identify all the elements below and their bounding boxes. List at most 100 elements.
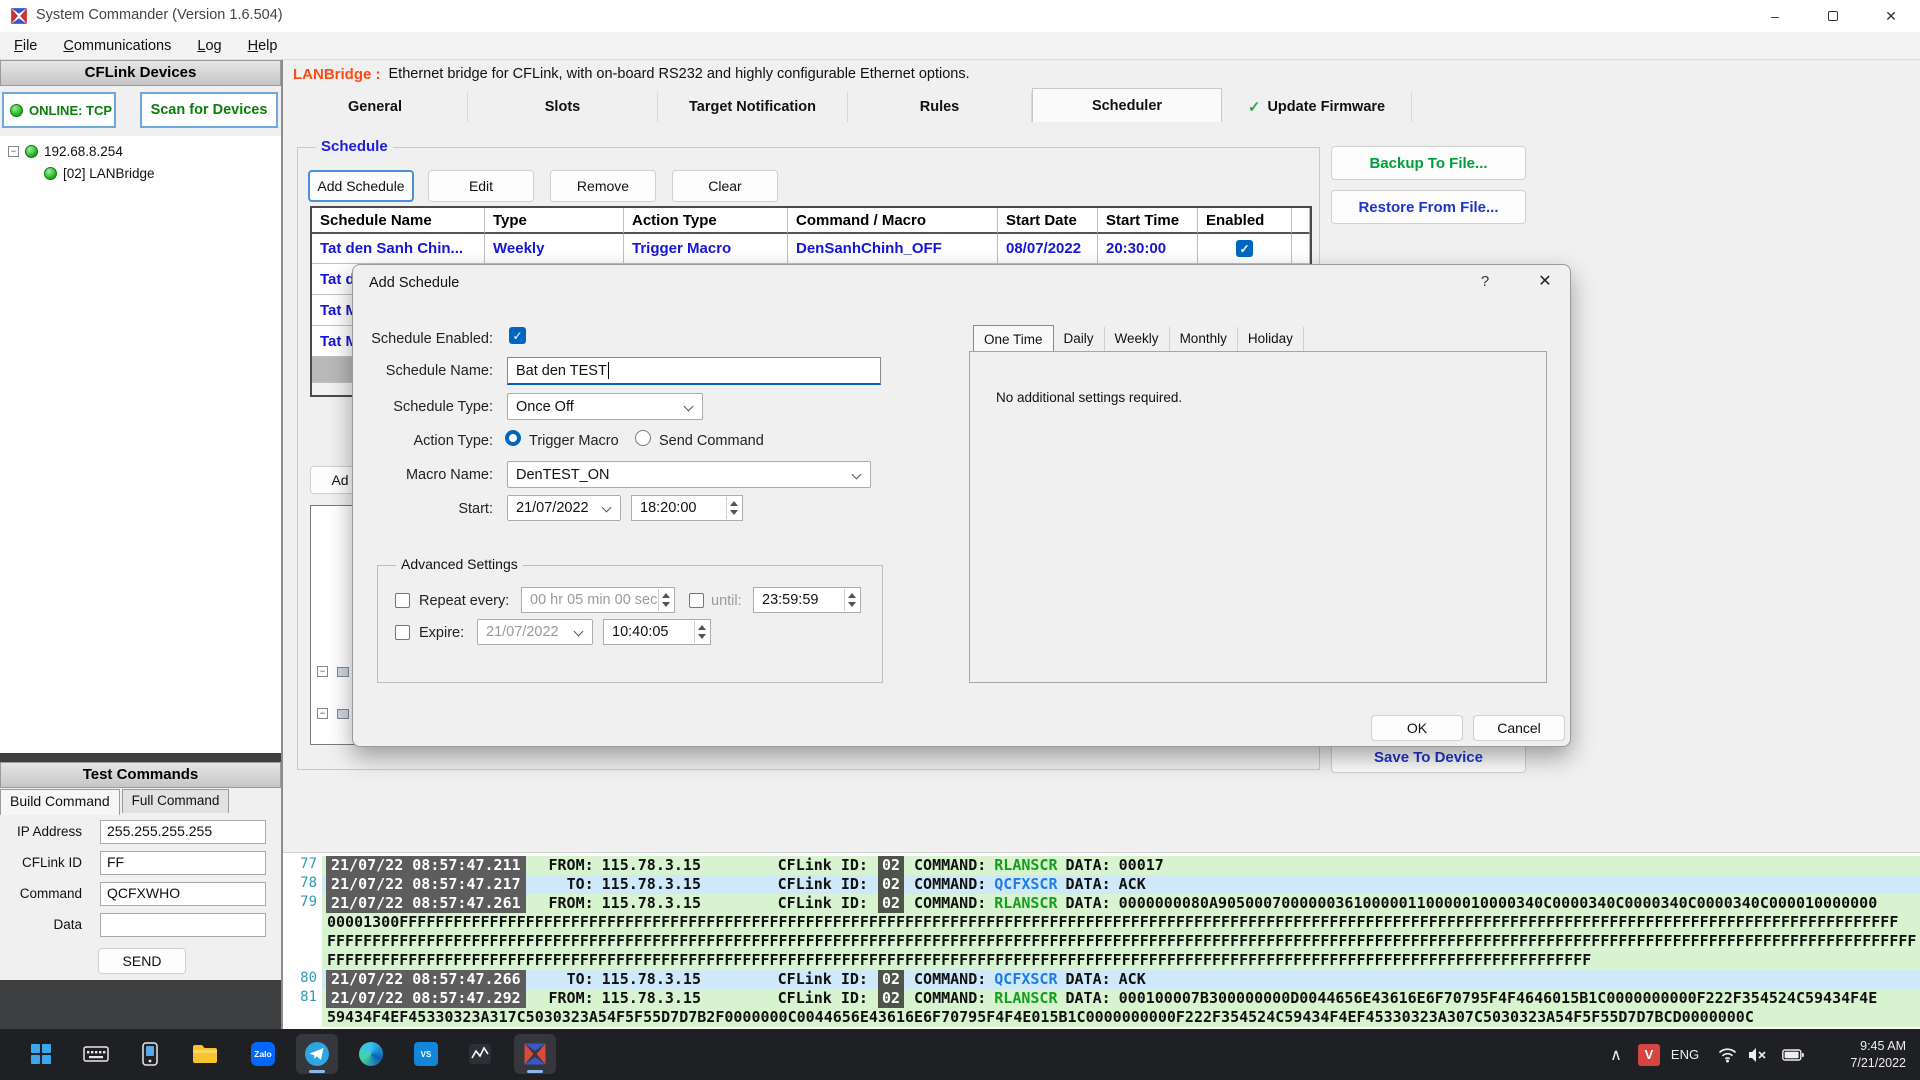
taskbar-system-commander-icon[interactable] xyxy=(514,1034,556,1074)
spin-up-icon[interactable] xyxy=(848,593,856,598)
send-button[interactable]: SEND xyxy=(98,948,186,974)
log-data-continuation: 59434F4EF45330323A317C5030323A54F5F55D7D… xyxy=(322,1008,1920,1027)
tab-general[interactable]: General xyxy=(283,92,468,122)
menu-item-communications[interactable]: Communications xyxy=(63,38,171,54)
battery-icon[interactable] xyxy=(1778,1029,1808,1080)
field-input-data[interactable] xyxy=(100,913,266,937)
clear-button[interactable]: Clear xyxy=(672,170,778,202)
ok-button[interactable]: OK xyxy=(1371,715,1463,741)
log-row[interactable]: 7821/07/22 08:57:47.217TO:115.78.3.15CFL… xyxy=(283,875,1920,894)
restore-from-file-button[interactable]: Restore From File... xyxy=(1331,190,1526,224)
language-indicator[interactable]: ENG xyxy=(1668,1029,1702,1080)
edit-button[interactable]: Edit xyxy=(428,170,534,202)
spinner-buttons[interactable] xyxy=(694,621,709,643)
expand-icon[interactable]: − xyxy=(317,708,328,719)
spin-up-icon[interactable] xyxy=(730,501,738,506)
dialog-tab-monthly[interactable]: Monthly xyxy=(1170,327,1238,352)
tab-full-command[interactable]: Full Command xyxy=(122,789,230,813)
taskbar-waveform-app-icon[interactable] xyxy=(459,1034,501,1074)
spinner-buttons[interactable] xyxy=(844,589,859,611)
device-name-label: LANBridge : xyxy=(293,66,381,83)
log-data-value: ACK xyxy=(1119,875,1920,894)
cell-enabled[interactable]: ✓ xyxy=(1198,234,1292,264)
schedule-enabled-checkbox[interactable]: ✓ xyxy=(509,327,526,344)
enabled-checkbox[interactable]: ✓ xyxy=(1236,240,1253,257)
table-row[interactable]: Tat den Sanh Chin...WeeklyTrigger MacroD… xyxy=(312,234,1310,264)
taskbar-vscode-icon[interactable]: VS xyxy=(405,1034,447,1074)
tab-build-command[interactable]: Build Command xyxy=(0,789,120,815)
remove-button[interactable]: Remove xyxy=(550,170,656,202)
dialog-close-icon[interactable]: ✕ xyxy=(1531,271,1559,291)
chevron-down-icon xyxy=(684,402,694,412)
tree-node-lanbridge[interactable]: [02] LANBridge xyxy=(44,166,155,181)
log-row[interactable]: 7721/07/22 08:57:47.211FROM:115.78.3.15C… xyxy=(283,856,1920,875)
add-schedule-button[interactable]: Add Schedule xyxy=(308,170,414,202)
macro-tree-expander[interactable]: − xyxy=(317,708,349,719)
cancel-button[interactable]: Cancel xyxy=(1473,715,1565,741)
field-input-command[interactable]: QCFXWHO xyxy=(100,882,266,906)
expire-time-spinner[interactable]: 10:40:05 xyxy=(603,619,711,645)
schedule-name-input[interactable]: Bat den TEST xyxy=(507,357,881,385)
schedule-type-select[interactable]: Once Off xyxy=(507,393,703,420)
field-input-ip-address[interactable]: 255.255.255.255 xyxy=(100,820,266,844)
start-date-picker[interactable]: 21/07/2022 xyxy=(507,495,621,521)
dialog-tab-daily[interactable]: Daily xyxy=(1054,327,1105,352)
tree-node-ip[interactable]: −192.68.8.254 xyxy=(8,144,123,159)
spin-down-icon[interactable] xyxy=(730,510,738,515)
start-time-spinner[interactable]: 18:20:00 xyxy=(631,495,743,521)
communications-log[interactable]: 7721/07/22 08:57:47.211FROM:115.78.3.15C… xyxy=(283,852,1920,1029)
ime-indicator[interactable]: V xyxy=(1636,1029,1662,1080)
log-row[interactable]: 7921/07/22 08:57:47.261FROM:115.78.3.15C… xyxy=(283,894,1920,970)
taskbar-file-explorer-icon[interactable] xyxy=(184,1034,226,1074)
online-status-button[interactable]: ONLINE: TCP xyxy=(2,92,116,128)
test-commands-tabs: Build CommandFull Command xyxy=(0,789,231,813)
expand-icon[interactable]: − xyxy=(317,666,328,677)
wifi-icon[interactable] xyxy=(1714,1029,1740,1080)
log-command-name: RLANSCR xyxy=(994,989,1057,1008)
send-command-radio[interactable] xyxy=(635,430,651,446)
volume-muted-icon[interactable] xyxy=(1744,1029,1772,1080)
menu-item-file[interactable]: File xyxy=(14,38,37,54)
log-row[interactable]: 8121/07/22 08:57:47.292FROM:115.78.3.15C… xyxy=(283,989,1920,1027)
spin-down-icon[interactable] xyxy=(698,634,706,639)
tab-scheduler[interactable]: Scheduler xyxy=(1032,88,1222,122)
taskbar-keyboard-icon[interactable] xyxy=(75,1034,117,1074)
collapse-icon[interactable]: − xyxy=(8,146,19,157)
taskbar-edge-icon[interactable] xyxy=(350,1034,392,1074)
taskbar-telegram-icon[interactable] xyxy=(296,1034,338,1074)
hidden-icons-chevron[interactable]: ∧ xyxy=(1604,1029,1628,1080)
backup-to-file-button[interactable]: Backup To File... xyxy=(1331,146,1526,180)
until-time-spinner[interactable]: 23:59:59 xyxy=(753,587,861,613)
dialog-tab-weekly[interactable]: Weekly xyxy=(1105,327,1170,352)
tab-rules[interactable]: Rules xyxy=(848,92,1032,122)
log-row[interactable]: 8021/07/22 08:57:47.266TO:115.78.3.15CFL… xyxy=(283,970,1920,989)
until-checkbox[interactable] xyxy=(689,593,704,608)
close-button[interactable]: ✕ xyxy=(1862,0,1920,32)
field-input-cflink-id[interactable]: FF xyxy=(100,851,266,875)
minimize-button[interactable]: – xyxy=(1746,0,1804,32)
macro-item-icon xyxy=(337,667,349,677)
macro-name-select[interactable]: DenTEST_ON xyxy=(507,461,871,488)
scan-for-devices-button[interactable]: Scan for Devices xyxy=(140,92,278,128)
taskbar-touch-device-icon[interactable] xyxy=(129,1034,171,1074)
spin-up-icon[interactable] xyxy=(698,625,706,630)
tab-update-firmware[interactable]: ✓Update Firmware xyxy=(1222,92,1412,122)
dialog-tab-one-time[interactable]: One Time xyxy=(973,325,1054,352)
dialog-help-icon[interactable]: ? xyxy=(1473,273,1497,290)
macro-tree-expander[interactable]: − xyxy=(317,666,349,677)
taskbar-clock[interactable]: 9:45 AM 7/21/2022 xyxy=(1850,1029,1906,1080)
repeat-every-checkbox[interactable] xyxy=(395,593,410,608)
maximize-button[interactable] xyxy=(1804,0,1862,32)
taskbar-start-icon[interactable] xyxy=(20,1034,62,1074)
tab-slots[interactable]: Slots xyxy=(468,92,658,122)
device-description: Ethernet bridge for CFLink, with on-boar… xyxy=(389,66,970,82)
spinner-buttons[interactable] xyxy=(726,497,741,519)
dialog-tab-holiday[interactable]: Holiday xyxy=(1238,327,1304,352)
taskbar-zalo-icon[interactable]: Zalo xyxy=(242,1034,284,1074)
expire-checkbox[interactable] xyxy=(395,625,410,640)
menu-item-log[interactable]: Log xyxy=(197,38,221,54)
menu-item-help[interactable]: Help xyxy=(248,38,278,54)
tab-target-notification[interactable]: Target Notification xyxy=(658,92,848,122)
spin-down-icon[interactable] xyxy=(848,602,856,607)
trigger-macro-radio[interactable] xyxy=(505,430,521,446)
